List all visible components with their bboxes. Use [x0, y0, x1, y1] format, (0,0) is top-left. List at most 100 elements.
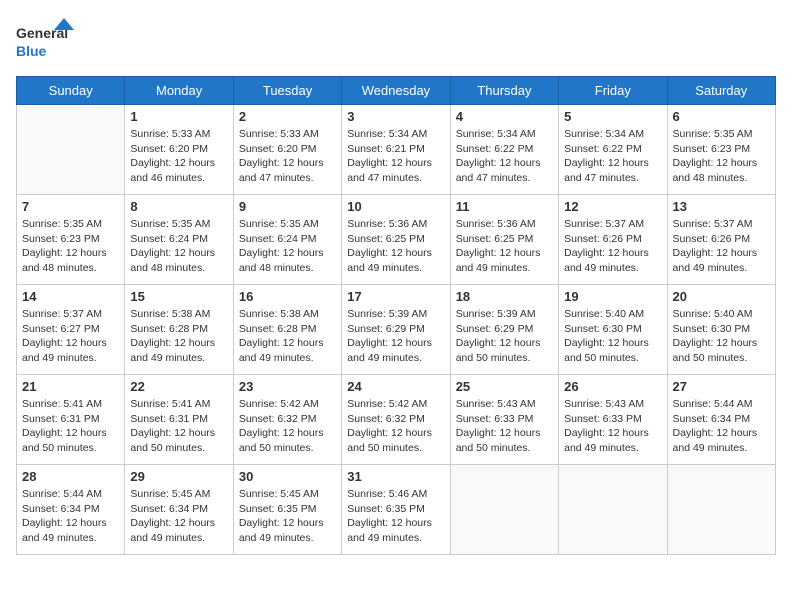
- calendar-cell: 29 Sunrise: 5:45 AM Sunset: 6:34 PM Dayli…: [125, 465, 233, 555]
- day-info: Sunrise: 5:35 AM Sunset: 6:23 PM Dayligh…: [673, 127, 770, 186]
- day-number: 31: [347, 469, 444, 484]
- calendar-cell: 22 Sunrise: 5:41 AM Sunset: 6:31 PM Dayli…: [125, 375, 233, 465]
- day-number: 5: [564, 109, 661, 124]
- day-info: Sunrise: 5:37 AM Sunset: 6:26 PM Dayligh…: [673, 217, 770, 276]
- calendar-cell: 2Sunrise: 5:33 AM Sunset: 6:20 PM Daylig…: [233, 105, 341, 195]
- day-info: Sunrise: 5:44 AM Sunset: 6:34 PM Dayligh…: [22, 487, 119, 546]
- day-number: 22: [130, 379, 227, 394]
- calendar-body: 1 Sunrise: 5:33 AM Sunset: 6:20 PM Daylig…: [17, 105, 776, 555]
- day-header-tuesday: Tuesday: [233, 77, 341, 105]
- day-number: 4: [456, 109, 553, 124]
- day-number: 15: [130, 289, 227, 304]
- calendar-cell: 11Sunrise: 5:36 AM Sunset: 6:25 PM Dayli…: [450, 195, 558, 285]
- day-number: 13: [673, 199, 770, 214]
- week-row-2: 14 Sunrise: 5:37 AM Sunset: 6:27 PM Dayli…: [17, 285, 776, 375]
- day-header-thursday: Thursday: [450, 77, 558, 105]
- day-number: 26: [564, 379, 661, 394]
- day-info: Sunrise: 5:40 AM Sunset: 6:30 PM Dayligh…: [673, 307, 770, 366]
- day-info: Sunrise: 5:37 AM Sunset: 6:27 PM Dayligh…: [22, 307, 119, 366]
- day-number: 17: [347, 289, 444, 304]
- day-info: Sunrise: 5:42 AM Sunset: 6:32 PM Dayligh…: [239, 397, 336, 456]
- calendar-cell: 5 Sunrise: 5:34 AM Sunset: 6:22 PM Daylig…: [559, 105, 667, 195]
- day-number: 14: [22, 289, 119, 304]
- day-number: 1: [130, 109, 227, 124]
- logo-svg: General Blue: [16, 16, 76, 66]
- calendar-cell: 13 Sunrise: 5:37 AM Sunset: 6:26 PM Dayli…: [667, 195, 775, 285]
- day-info: Sunrise: 5:34 AM Sunset: 6:22 PM Dayligh…: [564, 127, 661, 186]
- day-info: Sunrise: 5:35 AM Sunset: 6:23 PM Dayligh…: [22, 217, 119, 276]
- calendar-cell: 10 Sunrise: 5:36 AM Sunset: 6:25 PM Dayli…: [342, 195, 450, 285]
- calendar-cell: 28Sunrise: 5:44 AM Sunset: 6:34 PM Dayli…: [17, 465, 125, 555]
- calendar-table: SundayMondayTuesdayWednesdayThursdayFrid…: [16, 76, 776, 555]
- day-info: Sunrise: 5:40 AM Sunset: 6:30 PM Dayligh…: [564, 307, 661, 366]
- calendar-cell: 31 Sunrise: 5:46 AM Sunset: 6:35 PM Dayli…: [342, 465, 450, 555]
- calendar-cell: 23 Sunrise: 5:42 AM Sunset: 6:32 PM Dayli…: [233, 375, 341, 465]
- calendar-cell: 6 Sunrise: 5:35 AM Sunset: 6:23 PM Daylig…: [667, 105, 775, 195]
- day-number: 30: [239, 469, 336, 484]
- day-info: Sunrise: 5:41 AM Sunset: 6:31 PM Dayligh…: [22, 397, 119, 456]
- day-info: Sunrise: 5:41 AM Sunset: 6:31 PM Dayligh…: [130, 397, 227, 456]
- day-header-saturday: Saturday: [667, 77, 775, 105]
- calendar-cell: 18Sunrise: 5:39 AM Sunset: 6:29 PM Dayli…: [450, 285, 558, 375]
- calendar-cell: [667, 465, 775, 555]
- day-info: Sunrise: 5:35 AM Sunset: 6:24 PM Dayligh…: [130, 217, 227, 276]
- day-info: Sunrise: 5:38 AM Sunset: 6:28 PM Dayligh…: [239, 307, 336, 366]
- day-info: Sunrise: 5:39 AM Sunset: 6:29 PM Dayligh…: [347, 307, 444, 366]
- day-info: Sunrise: 5:43 AM Sunset: 6:33 PM Dayligh…: [456, 397, 553, 456]
- day-number: 6: [673, 109, 770, 124]
- calendar-cell: 19 Sunrise: 5:40 AM Sunset: 6:30 PM Dayli…: [559, 285, 667, 375]
- day-number: 3: [347, 109, 444, 124]
- days-header-row: SundayMondayTuesdayWednesdayThursdayFrid…: [17, 77, 776, 105]
- calendar-cell: 17 Sunrise: 5:39 AM Sunset: 6:29 PM Dayli…: [342, 285, 450, 375]
- day-number: 27: [673, 379, 770, 394]
- day-info: Sunrise: 5:44 AM Sunset: 6:34 PM Dayligh…: [673, 397, 770, 456]
- day-number: 8: [130, 199, 227, 214]
- day-number: 20: [673, 289, 770, 304]
- week-row-1: 7 Sunrise: 5:35 AM Sunset: 6:23 PM Daylig…: [17, 195, 776, 285]
- calendar-cell: 14 Sunrise: 5:37 AM Sunset: 6:27 PM Dayli…: [17, 285, 125, 375]
- day-header-sunday: Sunday: [17, 77, 125, 105]
- day-info: Sunrise: 5:38 AM Sunset: 6:28 PM Dayligh…: [130, 307, 227, 366]
- calendar-cell: 24Sunrise: 5:42 AM Sunset: 6:32 PM Dayli…: [342, 375, 450, 465]
- day-info: Sunrise: 5:36 AM Sunset: 6:25 PM Dayligh…: [456, 217, 553, 276]
- calendar-cell: [17, 105, 125, 195]
- calendar-cell: 15 Sunrise: 5:38 AM Sunset: 6:28 PM Dayli…: [125, 285, 233, 375]
- day-info: Sunrise: 5:36 AM Sunset: 6:25 PM Dayligh…: [347, 217, 444, 276]
- day-info: Sunrise: 5:33 AM Sunset: 6:20 PM Dayligh…: [130, 127, 227, 186]
- day-number: 18: [456, 289, 553, 304]
- day-number: 21: [22, 379, 119, 394]
- week-row-0: 1 Sunrise: 5:33 AM Sunset: 6:20 PM Daylig…: [17, 105, 776, 195]
- calendar-cell: 30 Sunrise: 5:45 AM Sunset: 6:35 PM Dayli…: [233, 465, 341, 555]
- day-number: 10: [347, 199, 444, 214]
- week-row-4: 28Sunrise: 5:44 AM Sunset: 6:34 PM Dayli…: [17, 465, 776, 555]
- calendar-cell: 16Sunrise: 5:38 AM Sunset: 6:28 PM Dayli…: [233, 285, 341, 375]
- calendar-cell: 8 Sunrise: 5:35 AM Sunset: 6:24 PM Daylig…: [125, 195, 233, 285]
- day-number: 25: [456, 379, 553, 394]
- day-info: Sunrise: 5:34 AM Sunset: 6:22 PM Dayligh…: [456, 127, 553, 186]
- calendar-cell: 20 Sunrise: 5:40 AM Sunset: 6:30 PM Dayli…: [667, 285, 775, 375]
- day-number: 29: [130, 469, 227, 484]
- calendar-header: SundayMondayTuesdayWednesdayThursdayFrid…: [17, 77, 776, 105]
- day-info: Sunrise: 5:45 AM Sunset: 6:35 PM Dayligh…: [239, 487, 336, 546]
- calendar-cell: [559, 465, 667, 555]
- calendar-cell: 25 Sunrise: 5:43 AM Sunset: 6:33 PM Dayli…: [450, 375, 558, 465]
- calendar-cell: 4 Sunrise: 5:34 AM Sunset: 6:22 PM Daylig…: [450, 105, 558, 195]
- day-number: 12: [564, 199, 661, 214]
- day-number: 24: [347, 379, 444, 394]
- day-number: 7: [22, 199, 119, 214]
- svg-text:Blue: Blue: [16, 43, 47, 59]
- day-number: 2: [239, 109, 336, 124]
- day-info: Sunrise: 5:43 AM Sunset: 6:33 PM Dayligh…: [564, 397, 661, 456]
- calendar-cell: 12Sunrise: 5:37 AM Sunset: 6:26 PM Dayli…: [559, 195, 667, 285]
- day-info: Sunrise: 5:45 AM Sunset: 6:34 PM Dayligh…: [130, 487, 227, 546]
- calendar-cell: 9Sunrise: 5:35 AM Sunset: 6:24 PM Daylig…: [233, 195, 341, 285]
- day-info: Sunrise: 5:46 AM Sunset: 6:35 PM Dayligh…: [347, 487, 444, 546]
- day-header-friday: Friday: [559, 77, 667, 105]
- calendar-cell: 27 Sunrise: 5:44 AM Sunset: 6:34 PM Dayli…: [667, 375, 775, 465]
- logo: General Blue: [16, 16, 76, 66]
- day-number: 9: [239, 199, 336, 214]
- day-number: 19: [564, 289, 661, 304]
- day-number: 23: [239, 379, 336, 394]
- day-header-wednesday: Wednesday: [342, 77, 450, 105]
- calendar-cell: 7 Sunrise: 5:35 AM Sunset: 6:23 PM Daylig…: [17, 195, 125, 285]
